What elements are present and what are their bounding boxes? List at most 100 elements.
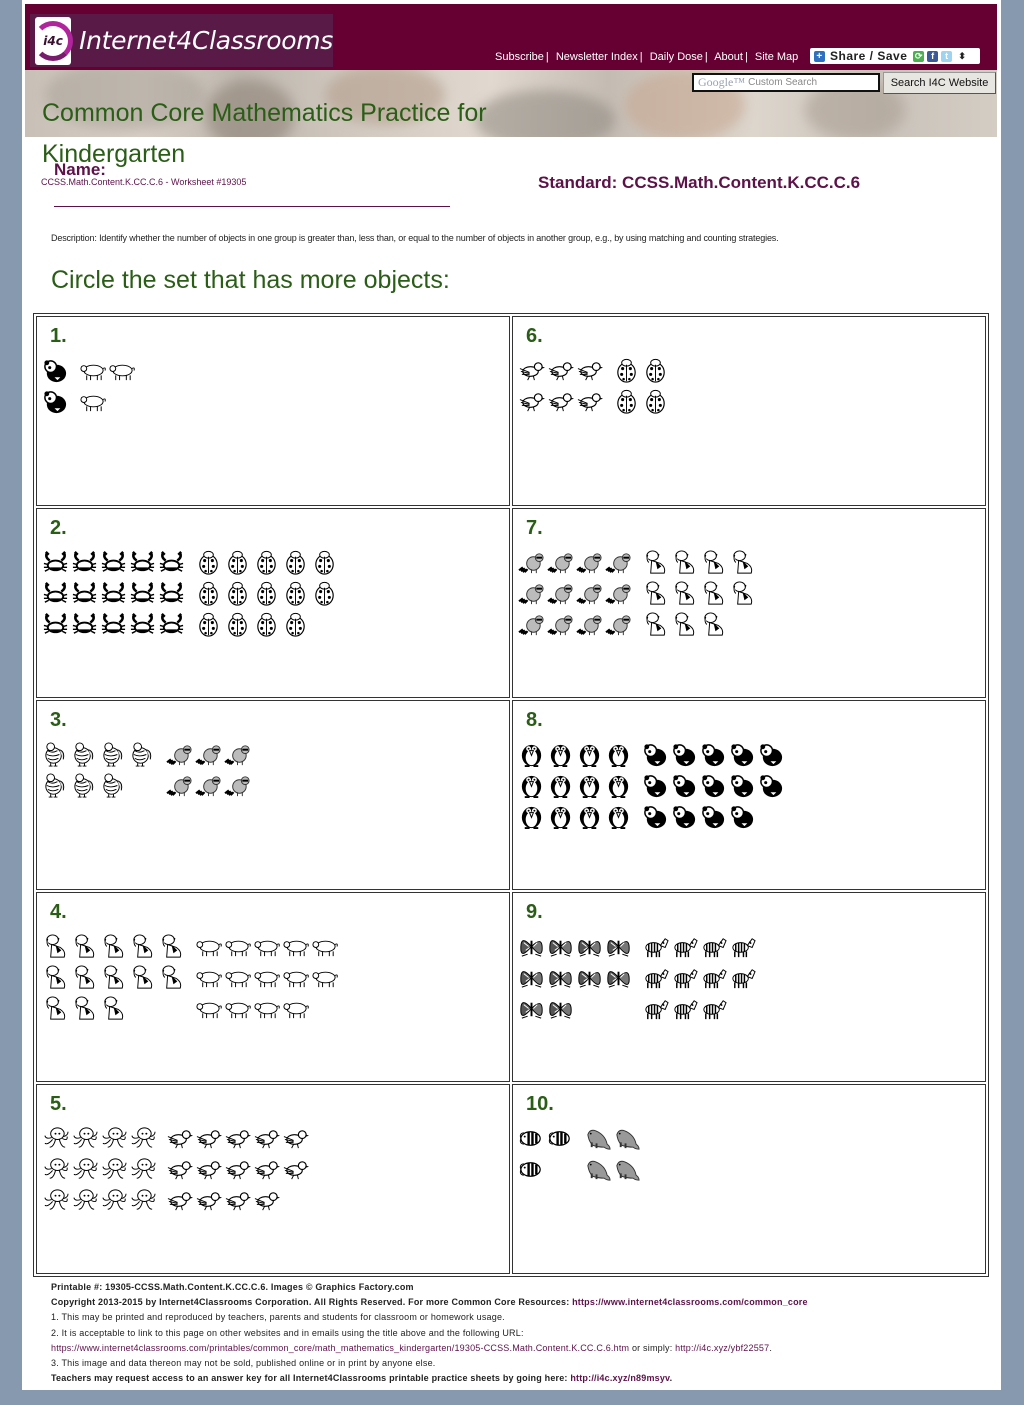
worksheet-url-link[interactable]: https://www.internet4classrooms.com/prin… — [51, 1343, 629, 1353]
dog-icon — [42, 993, 69, 1023]
nav-site-map[interactable]: Site Map — [755, 51, 798, 63]
problem-number: 5. — [50, 1093, 67, 1115]
pig-icon — [282, 931, 309, 961]
panda-icon — [758, 770, 785, 800]
panda-icon — [729, 801, 756, 831]
object-set-zebra[interactable] — [642, 931, 756, 1023]
pig-icon — [311, 962, 338, 992]
crab-icon — [100, 609, 127, 639]
ladybug-icon — [253, 578, 280, 608]
logo-badge-text: i4c — [41, 33, 65, 48]
nav-daily-dose[interactable]: Daily Dose — [650, 51, 703, 63]
answer-key-link[interactable]: http://i4c.xyz/n89msyv — [570, 1373, 669, 1383]
problem-cell[interactable]: 9. — [512, 892, 986, 1082]
zebra-icon — [642, 931, 669, 961]
raccoon-icon — [518, 547, 545, 577]
object-set-seal[interactable] — [584, 1123, 640, 1184]
search-button[interactable]: Search I4C Website — [883, 72, 996, 94]
dog-icon — [100, 993, 127, 1023]
ladybug-icon — [642, 386, 669, 416]
object-set-penguin[interactable] — [518, 739, 632, 831]
butterfly-icon — [605, 931, 632, 961]
problem-cell[interactable]: 4. — [36, 892, 510, 1082]
nav-newsletter-index[interactable]: Newsletter Index — [556, 51, 638, 63]
fish-icon — [518, 1123, 545, 1153]
object-sets — [518, 1123, 985, 1184]
pig-icon — [282, 993, 309, 1023]
share-save-button[interactable]: + Share / Save ⟳ f t ⬍ — [810, 48, 980, 64]
problem-cell[interactable]: 10. — [512, 1084, 986, 1274]
crab-icon — [100, 578, 127, 608]
object-set-raccoon[interactable] — [518, 547, 632, 639]
chicken-icon — [71, 770, 98, 800]
seal-icon — [613, 1154, 640, 1184]
crab-icon — [129, 609, 156, 639]
page-title: Common Core Mathematics Practice for Kin… — [42, 99, 487, 168]
dog-icon — [100, 962, 127, 992]
panda-icon — [642, 770, 669, 800]
problem-cell[interactable]: 1. — [36, 316, 510, 506]
object-set-panda[interactable] — [42, 355, 69, 416]
logo-badge-icon: i4c — [33, 16, 74, 65]
object-sets — [518, 547, 985, 639]
object-set-pig[interactable] — [195, 931, 338, 1023]
dog-icon — [729, 547, 756, 577]
ladybug-icon — [224, 609, 251, 639]
object-set-raccoon[interactable] — [166, 739, 251, 800]
object-set-bird[interactable] — [166, 1123, 309, 1215]
raccoon-icon — [166, 770, 193, 800]
crab-icon — [71, 609, 98, 639]
problem-cell[interactable]: 3. — [36, 700, 510, 890]
object-set-ladybug[interactable] — [195, 547, 338, 639]
pig-icon — [195, 993, 222, 1023]
object-set-dog[interactable] — [642, 547, 756, 639]
seal-icon — [613, 1123, 640, 1153]
search-input[interactable]: Google™ Custom Search — [692, 73, 880, 92]
octopus-icon — [129, 1185, 156, 1215]
object-set-dog[interactable] — [42, 931, 185, 1023]
problem-cell[interactable]: 8. — [512, 700, 986, 890]
nav-subscribe[interactable]: Subscribe — [495, 51, 544, 63]
nav-about[interactable]: About — [714, 51, 743, 63]
butterfly-icon — [518, 962, 545, 992]
pig-icon — [282, 962, 309, 992]
dog-icon — [158, 962, 185, 992]
site-logo[interactable]: i4c Internet4Classrooms — [30, 14, 333, 67]
ladybug-icon — [282, 547, 309, 577]
problem-cell[interactable]: 2. — [36, 508, 510, 698]
seal-icon — [584, 1154, 611, 1184]
object-set-butterfly[interactable] — [518, 931, 632, 1023]
pig-icon — [108, 355, 135, 385]
ladybug-icon — [253, 547, 280, 577]
short-url-link[interactable]: http://i4c.xyz/ybf22557 — [675, 1343, 769, 1353]
answer-key-text: Teachers may request access to an answer… — [51, 1373, 571, 1384]
crab-icon — [158, 547, 185, 577]
top-bar: i4c Internet4Classrooms Subscribe | Newsl… — [25, 4, 997, 70]
object-set-fish[interactable] — [518, 1123, 574, 1184]
object-set-pig[interactable] — [79, 355, 135, 416]
object-set-ladybug[interactable] — [613, 355, 669, 416]
object-set-chicken[interactable] — [42, 739, 156, 800]
panda-icon — [758, 739, 785, 769]
zebra-icon — [700, 962, 727, 992]
butterfly-icon — [518, 931, 545, 961]
problem-cell[interactable]: 7. — [512, 508, 986, 698]
raccoon-icon — [605, 578, 632, 608]
fish-icon — [547, 1123, 574, 1153]
object-set-panda[interactable] — [642, 739, 785, 831]
common-core-link[interactable]: https://www.internet4classrooms.com/comm… — [572, 1297, 808, 1307]
raccoon-icon — [576, 547, 603, 577]
problem-cell[interactable]: 5. — [36, 1084, 510, 1274]
object-set-octopus[interactable] — [42, 1123, 156, 1215]
object-set-bird[interactable] — [518, 355, 603, 416]
raccoon-icon — [224, 739, 251, 769]
object-sets — [42, 931, 509, 1023]
bird-icon — [224, 1185, 251, 1215]
problem-cell[interactable]: 6. — [512, 316, 986, 506]
problem-number: 6. — [526, 325, 543, 347]
raccoon-icon — [547, 547, 574, 577]
ladybug-icon — [642, 355, 669, 385]
zebra-icon — [642, 962, 669, 992]
copyright: Copyright 2013-2015 by Internet4Classroo… — [51, 1297, 573, 1308]
object-set-crab[interactable] — [42, 547, 185, 639]
